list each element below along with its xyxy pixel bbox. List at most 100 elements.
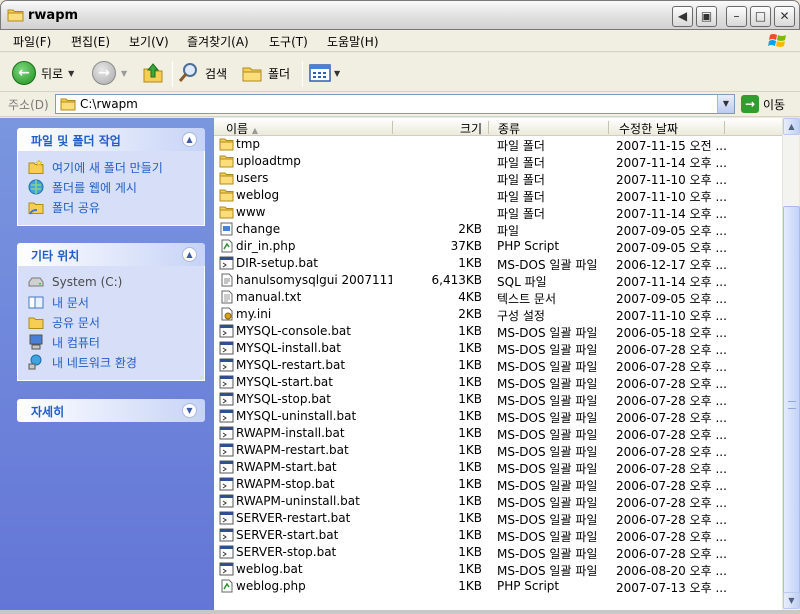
file-row[interactable]: hanulsomysqlgui 2007111... 6,413KB SQL 파일 2… (214, 272, 782, 289)
file-type: PHP Script (497, 239, 560, 253)
file-date: 2007-11-14 오후 ... (616, 207, 727, 221)
address-bar: 주소(D) C:\rwapm ▼ → 이동 (0, 92, 800, 117)
column-header: 이름 ▲ 크기 종류 수정한 날짜 (214, 118, 782, 136)
file-row[interactable]: RWAPM-stop.bat 1KB MS-DOS 일괄 파일 2006-07-28 … (214, 476, 782, 493)
column-size[interactable]: 크기 (460, 120, 482, 137)
file-size: 1KB (458, 545, 482, 559)
file-row[interactable]: www 파일 폴더 2007-11-14 오후 ... (214, 204, 782, 221)
bat-file-icon (219, 528, 234, 542)
file-row[interactable]: RWAPM-uninstall.bat 1KB MS-DOS 일괄 파일 2006-0… (214, 493, 782, 510)
task-publish-web[interactable]: 폴더를 웹에 게시 (28, 177, 204, 197)
menu-tools[interactable]: 도구(T) (269, 33, 308, 50)
new-folder-icon (28, 159, 44, 174)
menu-edit[interactable]: 편집(E) (71, 33, 110, 50)
file-row[interactable]: MYSQL-uninstall.bat 1KB MS-DOS 일괄 파일 2006-0… (214, 408, 782, 425)
place-system-drive[interactable]: System (C:) (28, 272, 204, 292)
file-row[interactable]: MYSQL-stop.bat 1KB MS-DOS 일괄 파일 2006-07-28 … (214, 391, 782, 408)
menu-favorites[interactable]: 즐겨찾기(A) (187, 33, 249, 50)
details-panel: 자세히 ▼ (17, 399, 205, 422)
restore-view-icon[interactable]: ▣ (696, 6, 717, 27)
file-row[interactable]: uploadtmp 파일 폴더 2007-11-14 오후 ... (214, 153, 782, 170)
folder-icon (219, 154, 234, 168)
bat-file-icon (219, 460, 234, 474)
file-row[interactable]: users 파일 폴더 2007-11-10 오후 ... (214, 170, 782, 187)
menu-view[interactable]: 보기(V) (129, 33, 169, 50)
scroll-thumb[interactable] (783, 206, 800, 608)
file-folder-tasks-header[interactable]: 파일 및 폴더 작업 ▲ (17, 128, 205, 151)
scroll-down-button[interactable]: ▼ (783, 592, 800, 609)
column-modified[interactable]: 수정한 날짜 (619, 120, 678, 137)
place-my-documents[interactable]: 내 문서 (28, 292, 204, 312)
back-button[interactable]: ← 뒤로 ▼ (12, 60, 74, 86)
menu-help[interactable]: 도움말(H) (327, 33, 379, 50)
maximize-button[interactable]: □ (750, 6, 771, 27)
file-row[interactable]: SERVER-restart.bat 1KB MS-DOS 일괄 파일 2006-07… (214, 510, 782, 527)
file-row[interactable]: change 2KB 파일 2007-09-05 오후 ... (214, 221, 782, 238)
search-button[interactable]: 검색 (177, 60, 227, 86)
file-row[interactable]: SERVER-stop.bat 1KB MS-DOS 일괄 파일 2006-07-28… (214, 544, 782, 561)
collapse-chevron-icon[interactable]: ▲ (182, 132, 197, 147)
views-button[interactable]: ▼ (308, 60, 340, 86)
file-row[interactable]: RWAPM-install.bat 1KB MS-DOS 일괄 파일 2006-07-… (214, 425, 782, 442)
file-row[interactable]: weblog.bat 1KB MS-DOS 일괄 파일 2006-08-20 오후 .… (214, 561, 782, 578)
file-row[interactable]: my.ini 2KB 구성 설정 2007-11-10 오후 ... (214, 306, 782, 323)
bat-file-icon (219, 358, 234, 372)
menu-file[interactable]: 파일(F) (13, 33, 51, 50)
file-row[interactable]: tmp 파일 폴더 2007-11-15 오전 ... (214, 136, 782, 153)
file-row[interactable]: dir_in.php 37KB PHP Script 2007-09-05 오후 ..… (214, 238, 782, 255)
address-dropdown-icon[interactable]: ▼ (717, 95, 734, 113)
file-name: hanulsomysqlgui 2007111... (236, 273, 392, 287)
close-button[interactable]: ✕ (774, 6, 795, 27)
forward-button[interactable]: → ▼ (92, 60, 127, 86)
vertical-scrollbar[interactable]: ▲ ▼ (782, 118, 800, 610)
back-dropdown-icon[interactable]: ▼ (68, 69, 74, 78)
views-dropdown-icon[interactable]: ▼ (334, 69, 340, 78)
file-row[interactable]: SERVER-start.bat 1KB MS-DOS 일괄 파일 2006-07-2… (214, 527, 782, 544)
file-name: manual.txt (236, 290, 302, 304)
place-label: 내 네트워크 환경 (52, 355, 137, 370)
network-icon (28, 354, 42, 370)
details-header[interactable]: 자세히 ▼ (17, 399, 205, 422)
column-name[interactable]: 이름 ▲ (226, 120, 258, 137)
file-row[interactable]: RWAPM-restart.bat 1KB MS-DOS 일괄 파일 2006-07-… (214, 442, 782, 459)
title-bar[interactable]: rwapm ◀ ▣ – □ ✕ (0, 0, 800, 30)
file-row[interactable]: MYSQL-restart.bat 1KB MS-DOS 일괄 파일 2006-07-… (214, 357, 782, 374)
file-row[interactable]: DIR-setup.bat 1KB MS-DOS 일괄 파일 2006-12-17 오… (214, 255, 782, 272)
place-shared-documents[interactable]: 공유 문서 (28, 312, 204, 332)
task-new-folder[interactable]: 여기에 새 폴더 만들기 (28, 157, 204, 177)
file-size: 1KB (458, 562, 482, 576)
file-row[interactable]: weblog.php 1KB PHP Script 2007-07-13 오후 ... (214, 578, 782, 595)
minimize-button[interactable]: – (726, 6, 747, 27)
go-button[interactable]: → 이동 (741, 95, 785, 113)
address-input[interactable]: C:\rwapm ▼ (55, 94, 735, 114)
collapse-chevron-icon[interactable]: ▲ (182, 247, 197, 262)
other-places-header[interactable]: 기타 위치 ▲ (17, 243, 205, 266)
file-name: uploadtmp (236, 154, 301, 168)
file-row[interactable]: RWAPM-start.bat 1KB MS-DOS 일괄 파일 2006-07-28… (214, 459, 782, 476)
file-name: weblog.php (236, 579, 306, 593)
file-date: 2006-07-28 오후 ... (616, 530, 727, 544)
scroll-up-button[interactable]: ▲ (783, 118, 800, 135)
file-date: 2006-07-28 오후 ... (616, 360, 727, 374)
folder-icon (219, 171, 234, 185)
folders-button[interactable]: 폴더 (240, 60, 290, 86)
file-row[interactable]: MYSQL-start.bat 1KB MS-DOS 일괄 파일 2006-07-28… (214, 374, 782, 391)
expand-chevron-icon[interactable]: ▼ (182, 403, 197, 418)
place-label: 내 컴퓨터 (52, 335, 100, 350)
up-folder-button[interactable] (141, 60, 165, 86)
file-row[interactable]: manual.txt 4KB 텍스트 문서 2007-09-05 오후 ... (214, 289, 782, 306)
file-row[interactable]: weblog 파일 폴더 2007-11-10 오후 ... (214, 187, 782, 204)
file-row[interactable]: MYSQL-console.bat 1KB MS-DOS 일괄 파일 2006-05-… (214, 323, 782, 340)
my-documents-icon (28, 296, 44, 309)
place-network[interactable]: 내 네트워크 환경 (28, 352, 204, 372)
forward-dropdown-icon[interactable]: ▼ (121, 69, 127, 78)
task-share-folder[interactable]: 폴더 공유 (28, 197, 204, 217)
column-type[interactable]: 종류 (498, 120, 520, 137)
file-type: 텍스트 문서 (497, 292, 557, 306)
back-nav-icon[interactable]: ◀ (672, 6, 693, 27)
place-my-computer[interactable]: 내 컴퓨터 (28, 332, 204, 352)
file-size: 1KB (458, 443, 482, 457)
file-name: RWAPM-uninstall.bat (236, 494, 360, 508)
file-row[interactable]: MYSQL-install.bat 1KB MS-DOS 일괄 파일 2006-07-… (214, 340, 782, 357)
address-label: 주소(D) (8, 98, 49, 112)
